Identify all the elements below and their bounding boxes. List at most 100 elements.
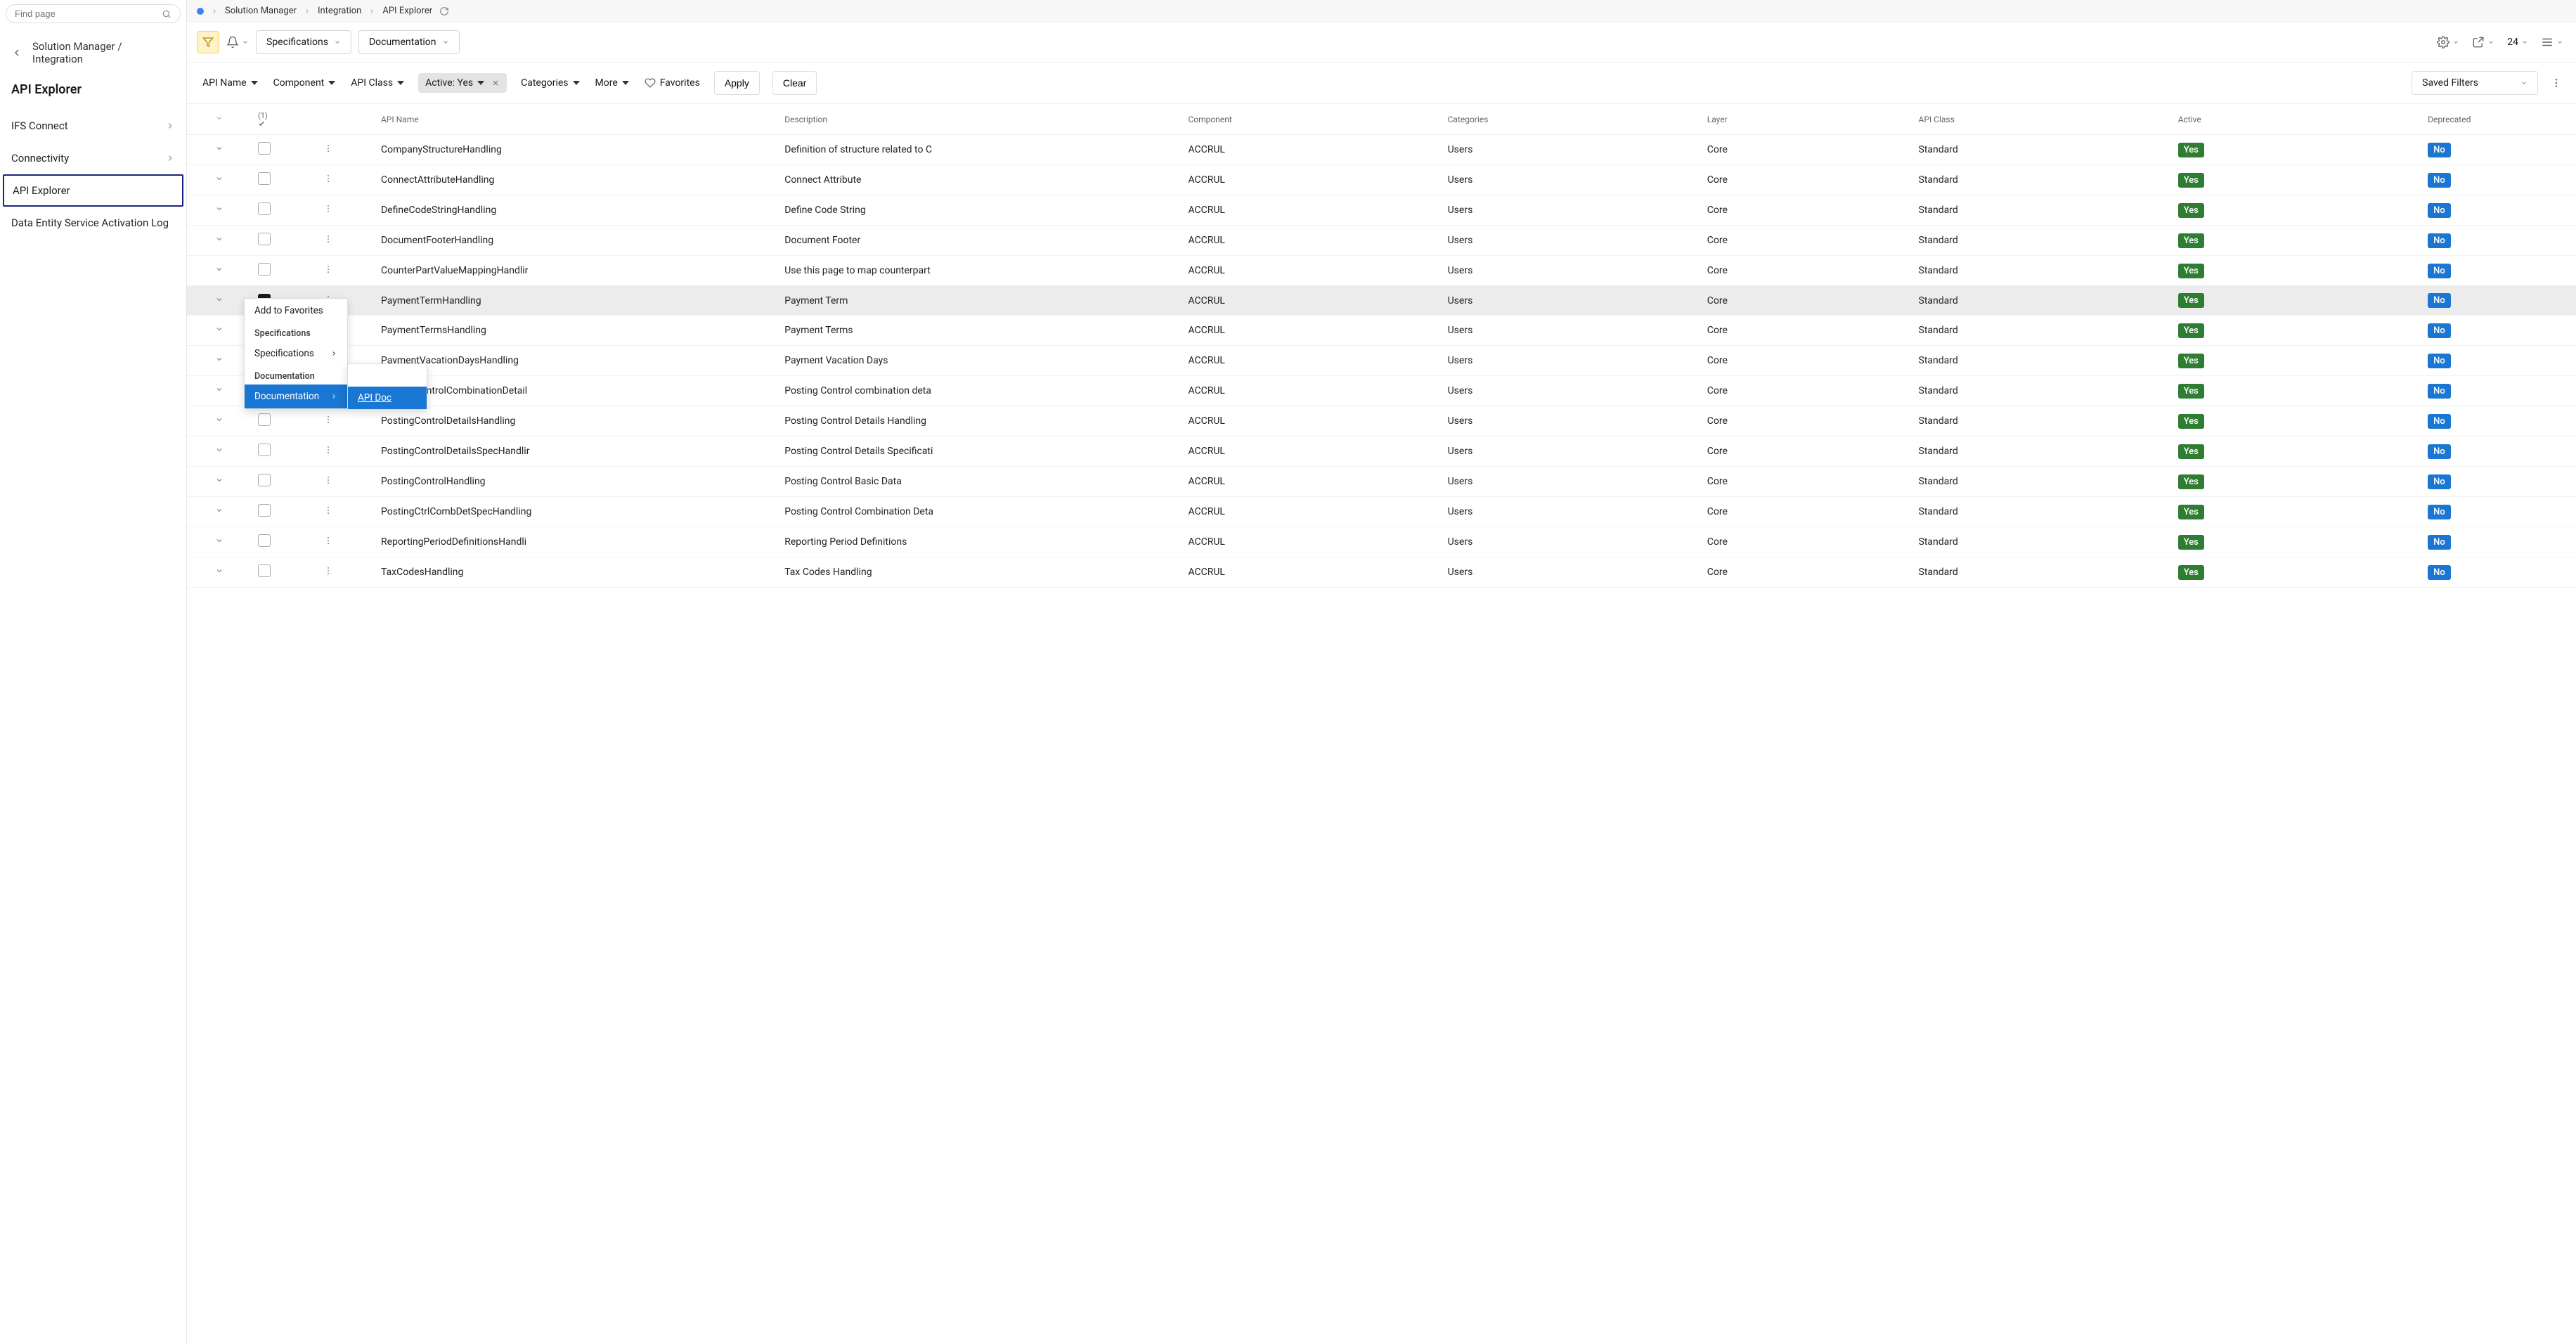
sidebar-item-ifs-connect[interactable]: IFS Connect bbox=[0, 110, 186, 142]
table-row[interactable]: CompanyStructureHandlingDefinition of st… bbox=[187, 135, 2576, 165]
header-api-name[interactable]: API Name bbox=[375, 104, 779, 135]
table-row[interactable]: DocumentFooterHandlingDocument FooterACC… bbox=[187, 226, 2576, 256]
chevron-down-icon[interactable] bbox=[215, 325, 224, 333]
export-dropdown[interactable] bbox=[2469, 33, 2497, 51]
table-row[interactable]: PostingControlDetailsHandlingPosting Con… bbox=[187, 406, 2576, 437]
table-row[interactable]: PostingControlDetailsSpecHandlirPosting … bbox=[187, 437, 2576, 467]
header-categories[interactable]: Categories bbox=[1442, 104, 1702, 135]
chevron-down-icon[interactable] bbox=[215, 144, 224, 153]
sidebar-item-connectivity[interactable]: Connectivity bbox=[0, 142, 186, 174]
row-kebab-icon[interactable] bbox=[323, 536, 333, 545]
documentation-dropdown[interactable]: Documentation bbox=[358, 30, 460, 54]
table-row[interactable]: PaymentTermHandlingPayment TermACCRULUse… bbox=[187, 286, 2576, 316]
table-row[interactable]: PaymentVacationDaysHandlingPayment Vacat… bbox=[187, 346, 2576, 376]
kebab-icon[interactable] bbox=[2551, 77, 2562, 89]
table-row[interactable]: ReportingPeriodDefinitionsHandliReportin… bbox=[187, 527, 2576, 557]
row-checkbox[interactable] bbox=[258, 474, 271, 486]
row-checkbox[interactable] bbox=[258, 202, 271, 215]
chevron-down-icon[interactable] bbox=[215, 567, 224, 575]
header-layer[interactable]: Layer bbox=[1702, 104, 1913, 135]
back-icon[interactable] bbox=[11, 47, 22, 58]
page-count-dropdown[interactable]: 24 bbox=[2504, 34, 2531, 51]
ctx-add-favorites[interactable]: Add to Favorites bbox=[245, 299, 347, 323]
header-select[interactable]: (1) bbox=[252, 104, 318, 135]
breadcrumb-solution-manager[interactable]: Solution Manager bbox=[225, 6, 297, 16]
table-row[interactable]: DefineCodeStringHandlingDefine Code Stri… bbox=[187, 195, 2576, 226]
view-dropdown[interactable] bbox=[2538, 33, 2566, 51]
row-checkbox[interactable] bbox=[258, 504, 271, 517]
row-checkbox[interactable] bbox=[258, 564, 271, 577]
header-component[interactable]: Component bbox=[1182, 104, 1442, 135]
chevron-down-icon[interactable] bbox=[215, 265, 224, 273]
filter-active[interactable]: Active: Yes bbox=[418, 73, 507, 93]
chevron-down-icon[interactable] bbox=[215, 385, 224, 394]
table-row[interactable]: PostingControlCombinationDetailPosting C… bbox=[187, 376, 2576, 406]
row-kebab-icon[interactable] bbox=[323, 475, 333, 485]
notifications-button[interactable] bbox=[226, 36, 249, 49]
row-checkbox[interactable] bbox=[258, 263, 271, 276]
row-checkbox[interactable] bbox=[258, 142, 271, 155]
filter-favorites[interactable]: Favorites bbox=[643, 75, 701, 91]
chevron-down-icon[interactable] bbox=[215, 476, 224, 484]
header-description[interactable]: Description bbox=[779, 104, 1182, 135]
breadcrumb-integration[interactable]: Integration bbox=[318, 6, 361, 16]
filter-api-name[interactable]: API Name bbox=[201, 75, 259, 91]
row-kebab-icon[interactable] bbox=[323, 234, 333, 244]
apply-button[interactable]: Apply bbox=[714, 71, 760, 95]
table-row[interactable]: PaymentTermsHandlingPayment TermsACCRULU… bbox=[187, 316, 2576, 346]
table-row[interactable]: PostingCtrlCombDetSpecHandlingPosting Co… bbox=[187, 497, 2576, 527]
header-deprecated[interactable]: Deprecated bbox=[2422, 104, 2576, 135]
header-expand[interactable] bbox=[187, 104, 252, 135]
refresh-icon[interactable] bbox=[439, 6, 449, 16]
header-api-class[interactable]: API Class bbox=[1913, 104, 2173, 135]
filter-button[interactable] bbox=[197, 31, 219, 53]
cell-api-name: PaymentTermHandling bbox=[375, 286, 779, 316]
table-row[interactable]: CounterPartValueMappingHandlirUse this p… bbox=[187, 256, 2576, 286]
sub-api-doc[interactable]: API Doc bbox=[348, 387, 427, 409]
filter-api-class[interactable]: API Class bbox=[349, 75, 406, 91]
chevron-down-icon[interactable] bbox=[215, 174, 224, 183]
filter-component[interactable]: Component bbox=[272, 75, 337, 91]
header-active[interactable]: Active bbox=[2173, 104, 2422, 135]
row-kebab-icon[interactable] bbox=[323, 204, 333, 214]
row-checkbox[interactable] bbox=[258, 444, 271, 456]
ctx-documentation[interactable]: Documentation Users API Doc bbox=[245, 385, 347, 408]
row-checkbox[interactable] bbox=[258, 413, 271, 426]
search-input[interactable] bbox=[15, 8, 162, 19]
filter-more[interactable]: More bbox=[594, 75, 630, 91]
row-kebab-icon[interactable] bbox=[323, 505, 333, 515]
chevron-down-icon[interactable] bbox=[215, 506, 224, 515]
row-kebab-icon[interactable] bbox=[323, 264, 333, 274]
chevron-down-icon[interactable] bbox=[215, 415, 224, 424]
row-kebab-icon[interactable] bbox=[323, 415, 333, 425]
saved-filters-dropdown[interactable]: Saved Filters bbox=[2412, 71, 2538, 95]
chevron-down-icon[interactable] bbox=[215, 446, 224, 454]
row-kebab-icon[interactable] bbox=[323, 566, 333, 576]
clear-button[interactable]: Clear bbox=[772, 71, 817, 95]
ctx-specifications[interactable]: Specifications bbox=[245, 342, 347, 366]
table-row[interactable]: TaxCodesHandlingTax Codes HandlingACCRUL… bbox=[187, 557, 2576, 588]
row-checkbox[interactable] bbox=[258, 172, 271, 185]
specifications-dropdown[interactable]: Specifications bbox=[256, 30, 351, 54]
sidebar-item-data-entity-service-activation-log[interactable]: Data Entity Service Activation Log bbox=[0, 207, 186, 239]
sidebar-item-api-explorer[interactable]: API Explorer bbox=[3, 174, 183, 207]
chevron-down-icon[interactable] bbox=[215, 205, 224, 213]
table-row[interactable]: ConnectAttributeHandlingConnect Attribut… bbox=[187, 165, 2576, 195]
chevron-down-icon[interactable] bbox=[215, 536, 224, 545]
row-checkbox[interactable] bbox=[258, 233, 271, 245]
settings-dropdown[interactable] bbox=[2434, 33, 2462, 51]
table-row[interactable]: PostingControlHandlingPosting Control Ba… bbox=[187, 467, 2576, 497]
table-container[interactable]: (1) API Name Description Component Categ… bbox=[187, 104, 2576, 1344]
filter-categories[interactable]: Categories bbox=[519, 75, 581, 91]
chevron-down-icon[interactable] bbox=[215, 235, 224, 243]
row-kebab-icon[interactable] bbox=[323, 445, 333, 455]
sidebar-item-label: API Explorer bbox=[13, 184, 70, 197]
close-icon[interactable] bbox=[491, 79, 500, 87]
chevron-down-icon[interactable] bbox=[215, 295, 224, 304]
chevron-down-icon[interactable] bbox=[215, 355, 224, 363]
row-checkbox[interactable] bbox=[258, 534, 271, 547]
sub-users[interactable]: Users bbox=[348, 364, 427, 387]
row-kebab-icon[interactable] bbox=[323, 174, 333, 183]
sidebar-search[interactable] bbox=[6, 4, 181, 23]
row-kebab-icon[interactable] bbox=[323, 143, 333, 153]
